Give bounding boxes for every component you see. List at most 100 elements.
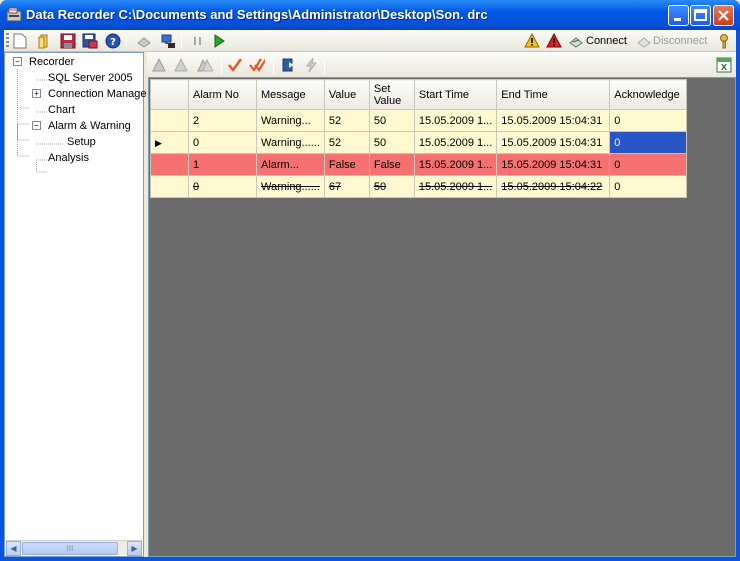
scroll-thumb[interactable]: III (22, 542, 118, 555)
column-header-alarm-no[interactable]: Alarm No (188, 79, 257, 110)
window-title: Data Recorder C:\Documents and Settings\… (26, 7, 488, 22)
play-icon[interactable] (211, 33, 227, 49)
cell-start-time[interactable]: 15.05.2009 1... (413, 153, 498, 176)
cell-set-value[interactable]: 50 (368, 109, 415, 132)
acknowledge-icon[interactable] (227, 57, 243, 73)
warning-icon[interactable] (524, 33, 540, 49)
save-icon[interactable] (60, 33, 76, 49)
cell-start-time[interactable]: 15.05.2009 1... (413, 175, 498, 198)
cell-message[interactable]: Warning...... (256, 175, 325, 198)
disconnect-db-icon[interactable] (136, 33, 152, 49)
column-header-start-time[interactable]: Start Time (413, 79, 498, 110)
title-bar[interactable]: Data Recorder C:\Documents and Settings\… (0, 0, 740, 30)
alarm-table: Alarm No Message Value Set Value Start T… (150, 79, 688, 198)
export-icon[interactable] (280, 57, 296, 73)
row-header[interactable]: ▶ (150, 131, 189, 154)
alarm-filter-icon[interactable] (173, 57, 189, 73)
toolbar-separator (221, 58, 222, 74)
network-icon[interactable] (160, 33, 176, 49)
scroll-right-icon[interactable]: ▶ (127, 541, 142, 556)
minimize-button[interactable] (668, 5, 689, 26)
expand-connection-manager-icon[interactable]: + (32, 89, 41, 98)
tree-item-connection-manager[interactable]: Connection Manage (48, 88, 146, 100)
cell-value[interactable]: 52 (323, 131, 370, 154)
cell-alarm-no[interactable]: 1 (188, 153, 257, 176)
cell-acknowledge-selected[interactable]: 0 (609, 131, 688, 154)
toolbar-separator (273, 58, 274, 74)
toolbar-separator (126, 33, 127, 49)
cell-end-time[interactable]: 15.05.2009 15:04:31 (496, 131, 611, 154)
collapse-recorder-icon[interactable]: − (13, 57, 22, 66)
cell-value[interactable]: False (323, 153, 370, 176)
maximize-icon (694, 9, 707, 21)
tree-item-alarm-warning[interactable]: Alarm & Warning (48, 120, 131, 132)
disconnect-button[interactable]: Disconnect (653, 35, 707, 47)
tree-item-recorder[interactable]: Recorder (29, 56, 74, 68)
header-row: Alarm No Message Value Set Value Start T… (150, 79, 688, 110)
cell-set-value[interactable]: 50 (368, 175, 415, 198)
help-icon[interactable]: ? (105, 33, 121, 49)
cell-end-time[interactable]: 15.05.2009 15:04:31 (496, 109, 611, 132)
connect-button[interactable]: Connect (586, 35, 627, 47)
table-row[interactable]: 2 Warning... 52 50 15.05.2009 1... 15.05… (150, 109, 688, 132)
column-header-value[interactable]: Value (323, 79, 370, 110)
open-folder-icon[interactable] (36, 33, 52, 49)
scroll-thumb-grip: III (66, 544, 74, 553)
cell-value[interactable]: 52 (323, 109, 370, 132)
tree-item-sql-server[interactable]: SQL Server 2005 (48, 72, 133, 84)
save-as-icon[interactable] (82, 33, 98, 49)
excel-export-icon[interactable]: X (716, 57, 732, 73)
cell-alarm-no[interactable]: 0 (188, 131, 257, 154)
pause-icon[interactable] (190, 33, 206, 49)
cell-acknowledge[interactable]: 0 (609, 153, 688, 176)
close-icon (718, 10, 729, 21)
cell-message[interactable]: Alarm... (256, 153, 325, 176)
cell-start-time[interactable]: 15.05.2009 1... (413, 109, 498, 132)
data-recorder-app-icon (6, 7, 22, 22)
toolbar-separator (324, 58, 325, 74)
tree-horizontal-scrollbar[interactable]: ◀ III ▶ (6, 540, 142, 556)
alarm-grid: Alarm No Message Value Set Value Start T… (148, 77, 736, 557)
clear-icon[interactable] (303, 57, 319, 73)
tree-item-setup[interactable]: Setup (67, 136, 96, 148)
row-header[interactable] (150, 175, 189, 198)
new-file-icon[interactable] (12, 33, 28, 49)
cell-message[interactable]: Warning... (256, 109, 325, 132)
cell-message[interactable]: Warning...... (256, 131, 325, 154)
main-client-area: ? Connect Disconnect − Recorder SQL Serv… (4, 30, 736, 557)
scroll-left-icon[interactable]: ◀ (6, 541, 21, 556)
row-header[interactable] (150, 153, 189, 176)
cell-acknowledge[interactable]: 0 (609, 109, 688, 132)
row-header[interactable] (150, 109, 189, 132)
cell-set-value[interactable]: 50 (368, 131, 415, 154)
toolbar-grip[interactable] (6, 33, 9, 49)
table-row[interactable]: ▶ 0 Warning...... 52 50 15.05.2009 1... … (150, 131, 688, 154)
cell-end-time[interactable]: 15.05.2009 15:04:22 (496, 175, 611, 198)
cell-alarm-no[interactable]: 0 (188, 175, 257, 198)
cell-set-value[interactable]: False (368, 153, 415, 176)
cell-end-time[interactable]: 15.05.2009 15:04:31 (496, 153, 611, 176)
cell-start-time[interactable]: 15.05.2009 1... (413, 131, 498, 154)
table-row[interactable]: 0 Warning...... 67 50 15.05.2009 1... 15… (150, 175, 688, 198)
all-filter-icon[interactable] (197, 57, 213, 73)
minimize-icon (674, 18, 681, 21)
key-icon[interactable] (716, 33, 732, 49)
cell-acknowledge[interactable]: 0 (609, 175, 688, 198)
alarm-panel: X Alarm No Message Value Set Value Start… (147, 52, 736, 557)
alarm-icon[interactable] (546, 33, 562, 49)
warning-filter-icon[interactable] (151, 57, 167, 73)
tree-item-chart[interactable]: Chart (48, 104, 75, 116)
column-header-set-value[interactable]: Set Value (368, 79, 415, 110)
svg-text:X: X (721, 63, 728, 72)
column-header-message[interactable]: Message (256, 79, 325, 110)
tree-item-analysis[interactable]: Analysis (48, 152, 89, 164)
acknowledge-all-icon[interactable] (249, 57, 265, 73)
column-header-end-time[interactable]: End Time (496, 79, 611, 110)
table-row[interactable]: 1 Alarm... False False 15.05.2009 1... 1… (150, 153, 688, 176)
collapse-alarm-warning-icon[interactable]: − (32, 121, 41, 130)
column-header-acknowledge[interactable]: Acknowledge (609, 79, 688, 110)
cell-alarm-no[interactable]: 2 (188, 109, 257, 132)
maximize-button[interactable] (690, 5, 711, 26)
close-button[interactable] (713, 5, 734, 26)
cell-value[interactable]: 67 (323, 175, 370, 198)
